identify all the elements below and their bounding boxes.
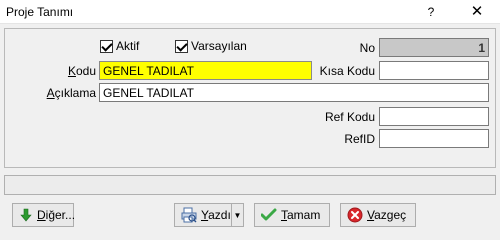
yazdir-button[interactable]: Yazdır xyxy=(174,203,235,227)
title-bar: Proje Tanımı ? ✕ xyxy=(0,0,500,24)
ref-id-input[interactable] xyxy=(379,129,489,148)
down-arrow-icon xyxy=(19,207,33,223)
aciklama-label-accel: A xyxy=(46,86,55,100)
kodu-input[interactable]: GENEL TADILAT xyxy=(99,61,312,80)
yazdir-label: Yazdır xyxy=(201,208,235,222)
vazgec-label: Vazgeç xyxy=(367,208,406,222)
aciklama-label-rest: çıklama xyxy=(54,86,96,100)
diger-rest: iğer... xyxy=(45,208,76,222)
aktif-label: Aktif xyxy=(116,39,140,53)
status-bar xyxy=(4,175,496,195)
diger-label: Diğer... xyxy=(37,208,75,222)
kodu-label-rest: odu xyxy=(75,64,96,78)
aktif-check-box[interactable] xyxy=(100,39,113,53)
aktif-checkbox[interactable]: Aktif xyxy=(100,39,139,53)
close-button[interactable]: ✕ xyxy=(462,0,492,24)
diger-button[interactable]: Diğer... xyxy=(12,203,75,227)
help-button[interactable]: ? xyxy=(416,0,446,24)
kisa-kodu-input[interactable] xyxy=(379,61,489,80)
kodu-label-accel: K xyxy=(67,64,76,78)
vazgec-button[interactable]: Vazgeç xyxy=(340,203,416,227)
ref-id-label: RefID xyxy=(344,132,375,146)
varsayilan-label: Varsayılan xyxy=(191,39,247,53)
no-label: No xyxy=(359,41,375,55)
ref-kodu-label: Ref Kodu xyxy=(324,110,375,124)
kodu-label: Kodu xyxy=(25,64,96,78)
varsayilan-checkbox[interactable]: Varsayılan xyxy=(175,39,247,53)
vazgec-rest: azgeç xyxy=(374,208,407,222)
cancel-icon xyxy=(347,207,363,223)
kisa-kodu-label: Kısa Kodu xyxy=(319,64,375,78)
chevron-down-icon: ▼ xyxy=(233,210,242,220)
printer-icon xyxy=(181,207,197,223)
aciklama-label: Açıklama xyxy=(25,86,96,100)
diger-accel: D xyxy=(37,208,46,222)
checkmark-icon xyxy=(261,207,277,223)
yazdir-dropdown-button[interactable]: ▼ xyxy=(231,203,244,227)
window-title: Proje Tanımı xyxy=(6,5,74,19)
aciklama-input[interactable]: GENEL TADILAT xyxy=(99,83,489,102)
tamam-button[interactable]: Tamam xyxy=(254,203,330,227)
ref-kodu-input[interactable] xyxy=(379,107,489,126)
tamam-rest: amam xyxy=(287,208,321,222)
form-panel: Aktif Varsayılan No 1 Kodu GENEL TADILAT… xyxy=(4,28,496,168)
tamam-label: Tamam xyxy=(281,208,320,222)
varsayilan-check-box[interactable] xyxy=(175,39,188,53)
no-field: 1 xyxy=(379,38,489,57)
